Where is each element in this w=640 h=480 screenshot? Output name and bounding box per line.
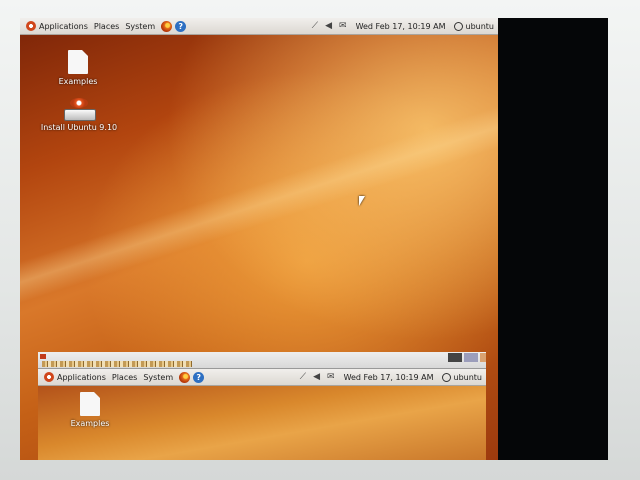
user-switcher[interactable]: ubuntu (453, 21, 495, 31)
nested-places-label: Places (111, 372, 138, 382)
nested-clock[interactable]: Wed Feb 17, 10:19 AM (344, 373, 434, 382)
places-menu[interactable]: Places (94, 22, 119, 31)
nested-desktop-view: Applications Places System ? ⟋ ◀ ✉ Wed F… (38, 352, 486, 460)
nested-places-menu[interactable]: Places (112, 373, 137, 382)
desktop-icon-examples[interactable]: Examples (56, 50, 100, 86)
user-name: ubuntu (465, 21, 495, 31)
nested-user-switcher[interactable]: ubuntu (441, 372, 483, 382)
ubuntu-logo-icon (26, 21, 36, 31)
mail-icon[interactable]: ✉ (339, 21, 347, 31)
mouse-cursor-icon (359, 196, 365, 206)
system-menu[interactable]: System (125, 22, 155, 31)
help-icon[interactable]: ? (175, 20, 187, 32)
top-panel: Applications Places System ? ⟋ ◀ ✉ Wed F… (20, 18, 498, 35)
trash-icon[interactable] (480, 353, 486, 362)
applications-label: Applications (39, 21, 88, 31)
system-label: System (125, 21, 156, 31)
document-icon (80, 392, 100, 416)
volume-icon[interactable]: ◀ (313, 372, 320, 382)
desktop[interactable]: Applications Places System ? ⟋ ◀ ✉ Wed F… (20, 18, 498, 460)
nested-system-menu[interactable]: System (143, 373, 173, 382)
firefox-icon[interactable] (161, 20, 173, 32)
power-icon (453, 21, 463, 31)
nested-app-icon (40, 354, 46, 359)
applications-menu[interactable]: Applications (26, 21, 88, 31)
volume-icon[interactable]: ◀ (325, 21, 332, 31)
nested-applications-menu[interactable]: Applications (44, 372, 106, 382)
nested-desktop: Examples (38, 386, 486, 460)
document-icon (68, 50, 88, 74)
nested-progress-strip (42, 361, 192, 367)
desktop-icon-install-ubuntu[interactable]: Install Ubuntu 9.10 (38, 98, 120, 132)
desktop-icon-label: Install Ubuntu 9.10 (40, 123, 118, 132)
desktop-icon-label: Examples (58, 77, 98, 86)
nested-user-name: ubuntu (453, 372, 483, 382)
places-label: Places (93, 21, 120, 31)
screen: Applications Places System ? ⟋ ◀ ✉ Wed F… (20, 18, 608, 460)
help-icon[interactable]: ? (193, 371, 205, 383)
firefox-icon[interactable] (179, 371, 191, 383)
nested-desktop-icon-examples[interactable]: Examples (68, 392, 112, 428)
workspace-switcher-2[interactable] (464, 353, 478, 362)
nested-applications-label: Applications (57, 372, 106, 382)
network-icon[interactable]: ⟋ (300, 372, 306, 382)
nested-desktop-icon-label: Examples (70, 419, 110, 428)
nested-status-area: ⟋ ◀ ✉ Wed Feb 17, 10:19 AM ubuntu (293, 372, 486, 382)
clock[interactable]: Wed Feb 17, 10:19 AM (356, 22, 446, 31)
mail-icon[interactable]: ✉ (327, 372, 335, 382)
installer-drive-icon (64, 98, 96, 121)
nested-top-panel: Applications Places System ? ⟋ ◀ ✉ Wed F… (38, 369, 486, 386)
power-icon (441, 372, 451, 382)
panel-status-area: ⟋ ◀ ✉ Wed Feb 17, 10:19 AM ubuntu (305, 21, 498, 31)
ubuntu-logo-icon (44, 372, 54, 382)
network-icon[interactable]: ⟋ (312, 21, 318, 31)
workspace-switcher-1[interactable] (448, 353, 462, 362)
nested-taskbar (38, 352, 486, 369)
nested-system-label: System (143, 372, 174, 382)
